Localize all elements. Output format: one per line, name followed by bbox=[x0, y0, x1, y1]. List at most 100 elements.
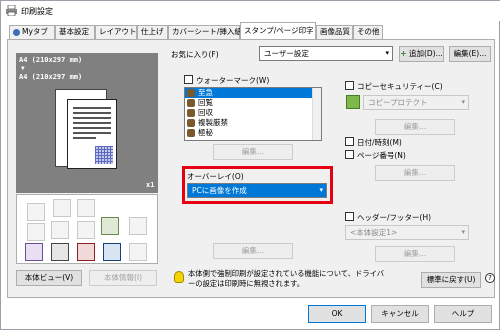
tab-label: スタンプ/ページ印字 bbox=[244, 26, 314, 35]
copy-icon bbox=[77, 199, 95, 217]
stamp-icon bbox=[25, 243, 43, 261]
chevron-down-icon: ▾ bbox=[319, 186, 323, 194]
favorites-value: ユーザー設定 bbox=[264, 49, 309, 58]
cancel-button[interactable]: キャンセル bbox=[371, 305, 429, 323]
date-time-label: 日付/時刻(M) bbox=[357, 138, 402, 147]
copy-security-value: コピープロテクト bbox=[368, 98, 428, 107]
device-view-button[interactable]: 本体ビュー(V) bbox=[16, 270, 82, 286]
tab-label: その他 bbox=[357, 27, 380, 36]
watermark-list[interactable]: 至急 回覧 回収 複製厳禁 極秘 bbox=[184, 87, 322, 141]
favorites-add-button[interactable]: + 追加(D)... bbox=[399, 46, 444, 62]
tab-basic[interactable]: 基本設定 bbox=[55, 25, 95, 39]
page-number-checkbox[interactable] bbox=[345, 150, 354, 159]
page-number-label: ページ番号(N) bbox=[357, 151, 406, 160]
title-bar: 印刷設定 bbox=[1, 1, 500, 21]
stamp-item-icon bbox=[187, 109, 195, 117]
printer-icon bbox=[6, 5, 17, 16]
overlay-label: オーバーレイ(O) bbox=[187, 172, 244, 181]
overlay-select[interactable]: PCに画像を作成 ▾ bbox=[187, 183, 327, 198]
header-footer-value: <本体設定1> bbox=[350, 228, 398, 237]
chevron-down-icon: ▾ bbox=[461, 228, 465, 236]
watermark-item[interactable]: 至急 bbox=[185, 88, 321, 98]
chevron-down-icon: ▾ bbox=[385, 49, 389, 57]
copy-protect-icon bbox=[346, 95, 360, 109]
stamp-item-icon bbox=[187, 129, 195, 137]
stamp-item-icon bbox=[187, 99, 195, 107]
help-icon[interactable]: ? bbox=[485, 273, 495, 283]
tab-image-quality[interactable]: 画像品質 bbox=[316, 25, 353, 39]
overlay-value: PCに画像を作成 bbox=[192, 186, 247, 195]
page-number-edit-button: 編集... bbox=[375, 165, 455, 181]
tab-finishing[interactable]: 仕上げ bbox=[137, 25, 168, 39]
ok-button[interactable]: OK bbox=[308, 305, 366, 323]
overlay-edit-button: 編集... bbox=[213, 243, 293, 259]
copy-security-checkbox[interactable] bbox=[345, 81, 354, 90]
print-settings-dialog: 印刷設定 Myタブ 基本設定 レイアウト 仕上げ カバーシート/挿入紙 スタンプ… bbox=[0, 0, 500, 330]
fold-icon bbox=[77, 221, 95, 239]
watermark-item[interactable]: 回覧 bbox=[185, 98, 321, 108]
favorites-edit-button[interactable]: 編集(E)... bbox=[449, 46, 491, 62]
preview-text-lines bbox=[73, 107, 111, 142]
watermark-item-label: 回収 bbox=[198, 108, 213, 117]
staple-icon bbox=[27, 223, 45, 241]
favorites-add-label: 追加(D)... bbox=[408, 49, 443, 58]
info-bulb-icon bbox=[174, 271, 184, 283]
header-footer-checkbox[interactable] bbox=[345, 212, 354, 221]
user-auth-icon bbox=[51, 243, 69, 261]
device-options-panel bbox=[16, 194, 158, 264]
watermark-item[interactable]: 極秘 bbox=[185, 128, 321, 138]
tab-my[interactable]: Myタブ bbox=[9, 25, 55, 39]
output-icon bbox=[129, 217, 147, 235]
security-icon bbox=[77, 243, 95, 261]
header-footer-edit-button: 編集... bbox=[375, 246, 455, 262]
watermark-item-label: 回覧 bbox=[198, 98, 213, 107]
finisher-icon bbox=[53, 199, 71, 217]
watermark-edit-button: 編集... bbox=[213, 144, 293, 160]
preview-paper-size: A4 (210x297 mm) bbox=[19, 56, 83, 64]
watermark-item[interactable]: 回収 bbox=[185, 108, 321, 118]
favorites-select[interactable]: ユーザー設定 ▾ bbox=[259, 46, 393, 61]
tab-label: 基本設定 bbox=[59, 27, 89, 36]
watermark-scrollbar[interactable] bbox=[312, 88, 321, 140]
copy-security-edit-button: 編集... bbox=[375, 119, 455, 135]
tab-label: Myタブ bbox=[22, 27, 48, 36]
restore-defaults-button[interactable]: 標準に戻す(U) bbox=[421, 272, 481, 288]
help-button[interactable]: ヘルプ bbox=[434, 305, 492, 323]
tab-label: 仕上げ bbox=[141, 27, 164, 36]
watermark-item-label: 複製厳禁 bbox=[198, 118, 228, 127]
tab-label: レイアウト bbox=[99, 27, 137, 36]
copy-security-select: コピープロテクト ▾ bbox=[363, 95, 469, 110]
document-check-icon bbox=[101, 217, 119, 235]
favorites-label: お気に入り(F) bbox=[171, 50, 219, 59]
header-footer-label: ヘッダー/フッター(H) bbox=[357, 213, 432, 222]
user-icon bbox=[13, 28, 20, 36]
punch-icon bbox=[51, 221, 69, 239]
watermark-label: ウォーターマーク(W) bbox=[196, 76, 270, 85]
storage-icon bbox=[129, 243, 147, 261]
date-time-checkbox[interactable] bbox=[345, 137, 354, 146]
favorites-edit-label: 編集(E)... bbox=[453, 49, 487, 58]
tab-layout[interactable]: レイアウト bbox=[95, 25, 137, 39]
preview-arrow: ▼ bbox=[21, 65, 25, 72]
tab-label: 画像品質 bbox=[320, 27, 350, 36]
info-note: 本体側で強制印刷が設定されている機能について、ドライバーの設定は印刷時に無視され… bbox=[188, 269, 385, 288]
preview-copies: x1 bbox=[146, 181, 155, 189]
tab-other[interactable]: その他 bbox=[353, 25, 383, 39]
overlay-grid-preview bbox=[95, 146, 113, 164]
preview-output-size: A4 (210x297 mm) bbox=[19, 73, 83, 81]
stamp-item-icon bbox=[187, 89, 195, 97]
chevron-down-icon: ▾ bbox=[461, 98, 465, 106]
tab-cover-sheet[interactable]: カバーシート/挿入紙 bbox=[168, 25, 242, 39]
tab-stamp-page[interactable]: スタンプ/ページ印字 bbox=[240, 22, 316, 40]
watermark-item[interactable]: 複製厳禁 bbox=[185, 118, 321, 128]
stamp-item-icon bbox=[187, 119, 195, 127]
window-title: 印刷設定 bbox=[21, 7, 53, 16]
watermark-item-label: 極秘 bbox=[198, 128, 213, 137]
tab-label: カバーシート/挿入紙 bbox=[172, 27, 242, 36]
watermark-item-label: 至急 bbox=[198, 88, 213, 97]
copy-security-label: コピーセキュリティー(C) bbox=[357, 82, 443, 91]
account-track-icon bbox=[103, 243, 121, 261]
watermark-checkbox[interactable] bbox=[184, 75, 193, 84]
tray-icon bbox=[27, 203, 45, 221]
header-footer-select: <本体設定1> ▾ bbox=[345, 225, 469, 240]
